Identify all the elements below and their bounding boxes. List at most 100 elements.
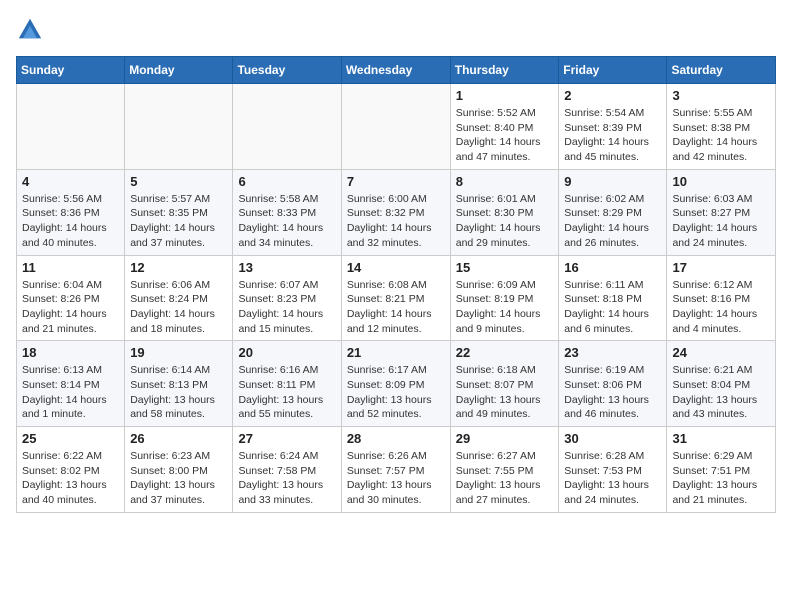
day-number: 27 [238,431,335,446]
day-info: Sunrise: 6:00 AMSunset: 8:32 PMDaylight:… [347,192,445,251]
logo [16,16,48,44]
day-number: 19 [130,345,227,360]
logo-icon [16,16,44,44]
header-thursday: Thursday [450,57,559,84]
day-cell: 14Sunrise: 6:08 AMSunset: 8:21 PMDayligh… [341,255,450,341]
day-number: 26 [130,431,227,446]
day-number: 1 [456,88,554,103]
week-row-4: 18Sunrise: 6:13 AMSunset: 8:14 PMDayligh… [17,341,776,427]
day-cell: 23 Sunrise: 6:19 AMSunset: 8:06 PMDayligh… [559,341,667,427]
day-info: Sunrise: 6:23 AMSunset: 8:00 PMDaylight:… [130,449,227,508]
header-friday: Friday [559,57,667,84]
day-info: Sunrise: 6:18 AMSunset: 8:07 PMDaylight:… [456,363,554,422]
day-number: 22 [456,345,554,360]
day-number: 23 [564,345,661,360]
day-info: Sunrise: 6:02 AMSunset: 8:29 PMDaylight:… [564,192,661,251]
day-cell: 19 Sunrise: 6:14 AMSunset: 8:13 PMDayligh… [125,341,233,427]
day-info: Sunrise: 6:09 AMSunset: 8:19 PMDaylight:… [456,278,554,337]
day-cell: 18Sunrise: 6:13 AMSunset: 8:14 PMDayligh… [17,341,125,427]
day-info: Sunrise: 6:27 AMSunset: 7:55 PMDaylight:… [456,449,554,508]
day-info: Sunrise: 6:11 AMSunset: 8:18 PMDaylight:… [564,278,661,337]
day-number: 17 [672,260,770,275]
day-info: Sunrise: 5:52 AMSunset: 8:40 PMDaylight:… [456,106,554,165]
day-cell: 10 Sunrise: 6:03 AMSunset: 8:27 PMDayligh… [667,169,776,255]
day-number: 12 [130,260,227,275]
day-number: 13 [238,260,335,275]
calendar-header-row: SundayMondayTuesdayWednesdayThursdayFrid… [17,57,776,84]
day-info: Sunrise: 6:22 AMSunset: 8:02 PMDaylight:… [22,449,119,508]
day-info: Sunrise: 6:26 AMSunset: 7:57 PMDaylight:… [347,449,445,508]
day-number: 14 [347,260,445,275]
day-cell: 24 Sunrise: 6:21 AMSunset: 8:04 PMDayligh… [667,341,776,427]
day-number: 15 [456,260,554,275]
day-info: Sunrise: 6:28 AMSunset: 7:53 PMDaylight:… [564,449,661,508]
day-info: Sunrise: 5:54 AMSunset: 8:39 PMDaylight:… [564,106,661,165]
day-cell: 11 Sunrise: 6:04 AMSunset: 8:26 PMDayligh… [17,255,125,341]
day-number: 28 [347,431,445,446]
day-number: 10 [672,174,770,189]
week-row-2: 4 Sunrise: 5:56 AMSunset: 8:36 PMDaylight… [17,169,776,255]
day-cell: 17 Sunrise: 6:12 AMSunset: 8:16 PMDayligh… [667,255,776,341]
day-info: Sunrise: 6:07 AMSunset: 8:23 PMDaylight:… [238,278,335,337]
day-cell: 20Sunrise: 6:16 AMSunset: 8:11 PMDayligh… [233,341,341,427]
day-number: 21 [347,345,445,360]
day-cell: 5 Sunrise: 5:57 AMSunset: 8:35 PMDaylight… [125,169,233,255]
day-cell: 21 Sunrise: 6:17 AMSunset: 8:09 PMDayligh… [341,341,450,427]
day-info: Sunrise: 5:55 AMSunset: 8:38 PMDaylight:… [672,106,770,165]
header-tuesday: Tuesday [233,57,341,84]
day-cell: 6 Sunrise: 5:58 AMSunset: 8:33 PMDaylight… [233,169,341,255]
day-number: 3 [672,88,770,103]
day-cell: 2Sunrise: 5:54 AMSunset: 8:39 PMDaylight… [559,84,667,170]
day-number: 30 [564,431,661,446]
day-cell [233,84,341,170]
day-info: Sunrise: 6:19 AMSunset: 8:06 PMDaylight:… [564,363,661,422]
day-info: Sunrise: 5:56 AMSunset: 8:36 PMDaylight:… [22,192,119,251]
day-info: Sunrise: 6:21 AMSunset: 8:04 PMDaylight:… [672,363,770,422]
day-cell: 29 Sunrise: 6:27 AMSunset: 7:55 PMDayligh… [450,427,559,513]
day-info: Sunrise: 6:29 AMSunset: 7:51 PMDaylight:… [672,449,770,508]
day-number: 29 [456,431,554,446]
day-number: 8 [456,174,554,189]
day-cell: 25 Sunrise: 6:22 AMSunset: 8:02 PMDayligh… [17,427,125,513]
day-cell [17,84,125,170]
week-row-3: 11 Sunrise: 6:04 AMSunset: 8:26 PMDayligh… [17,255,776,341]
day-info: Sunrise: 5:57 AMSunset: 8:35 PMDaylight:… [130,192,227,251]
day-info: Sunrise: 6:01 AMSunset: 8:30 PMDaylight:… [456,192,554,251]
day-info: Sunrise: 6:14 AMSunset: 8:13 PMDaylight:… [130,363,227,422]
day-cell: 28 Sunrise: 6:26 AMSunset: 7:57 PMDayligh… [341,427,450,513]
day-cell: 26 Sunrise: 6:23 AMSunset: 8:00 PMDayligh… [125,427,233,513]
day-info: Sunrise: 6:04 AMSunset: 8:26 PMDaylight:… [22,278,119,337]
header [16,16,776,44]
day-cell: 22 Sunrise: 6:18 AMSunset: 8:07 PMDayligh… [450,341,559,427]
day-cell: 4 Sunrise: 5:56 AMSunset: 8:36 PMDaylight… [17,169,125,255]
day-cell: 13 Sunrise: 6:07 AMSunset: 8:23 PMDayligh… [233,255,341,341]
day-number: 9 [564,174,661,189]
header-saturday: Saturday [667,57,776,84]
header-sunday: Sunday [17,57,125,84]
day-cell: 15 Sunrise: 6:09 AMSunset: 8:19 PMDayligh… [450,255,559,341]
week-row-5: 25 Sunrise: 6:22 AMSunset: 8:02 PMDayligh… [17,427,776,513]
day-cell: 3 Sunrise: 5:55 AMSunset: 8:38 PMDaylight… [667,84,776,170]
day-cell: 1 Sunrise: 5:52 AMSunset: 8:40 PMDaylight… [450,84,559,170]
day-cell [125,84,233,170]
day-number: 7 [347,174,445,189]
day-info: Sunrise: 6:16 AMSunset: 8:11 PMDaylight:… [238,363,335,422]
day-cell: 31 Sunrise: 6:29 AMSunset: 7:51 PMDayligh… [667,427,776,513]
day-cell: 30 Sunrise: 6:28 AMSunset: 7:53 PMDayligh… [559,427,667,513]
day-number: 11 [22,260,119,275]
day-number: 31 [672,431,770,446]
day-info: Sunrise: 6:03 AMSunset: 8:27 PMDaylight:… [672,192,770,251]
day-info: Sunrise: 6:24 AMSunset: 7:58 PMDaylight:… [238,449,335,508]
day-cell: 9 Sunrise: 6:02 AMSunset: 8:29 PMDaylight… [559,169,667,255]
day-info: Sunrise: 6:12 AMSunset: 8:16 PMDaylight:… [672,278,770,337]
day-number: 24 [672,345,770,360]
day-number: 4 [22,174,119,189]
day-number: 16 [564,260,661,275]
day-info: Sunrise: 6:17 AMSunset: 8:09 PMDaylight:… [347,363,445,422]
day-cell: 8 Sunrise: 6:01 AMSunset: 8:30 PMDaylight… [450,169,559,255]
day-number: 25 [22,431,119,446]
day-info: Sunrise: 5:58 AMSunset: 8:33 PMDaylight:… [238,192,335,251]
day-number: 5 [130,174,227,189]
day-number: 6 [238,174,335,189]
calendar: SundayMondayTuesdayWednesdayThursdayFrid… [16,56,776,513]
